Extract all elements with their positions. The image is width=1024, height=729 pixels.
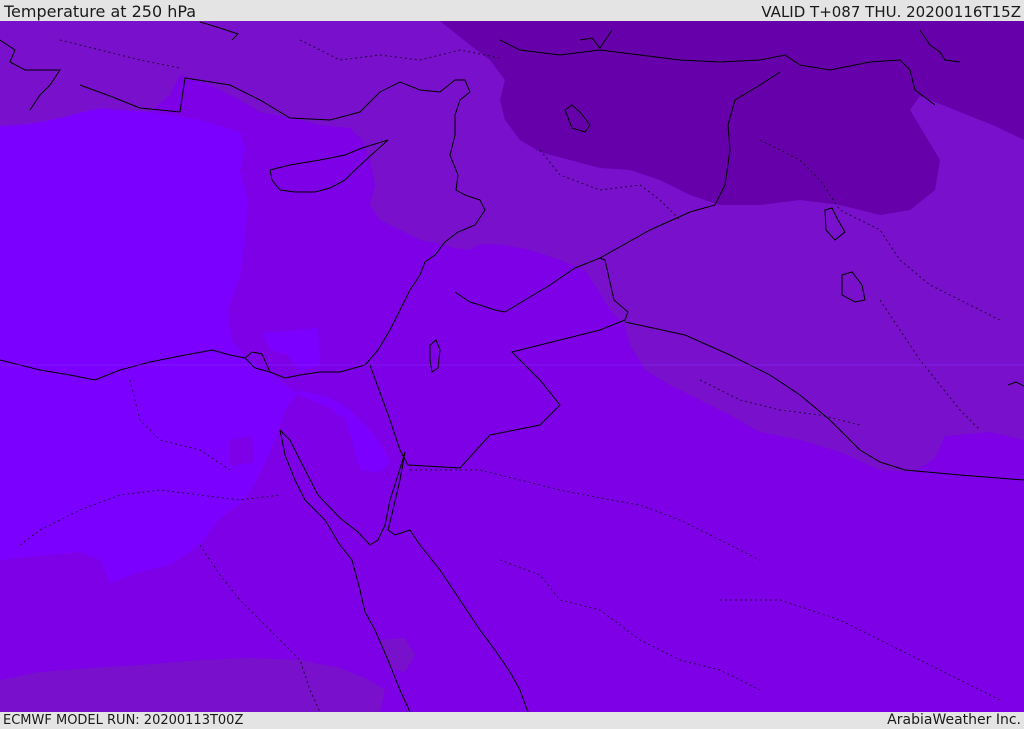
temp-band-warm-patch <box>230 436 254 466</box>
map-title: Temperature at 250 hPa <box>4 2 197 21</box>
valid-time: VALID T+087 THU. 20200116T15Z <box>761 3 1021 21</box>
weather-map[interactable] <box>0 21 1024 712</box>
credit-label: ArabiaWeather Inc. <box>887 712 1021 728</box>
map-canvas <box>0 21 1024 712</box>
header-bar: Temperature at 250 hPa VALID T+087 THU. … <box>0 0 1024 21</box>
footer-bar: ECMWF MODEL RUN: 20200113T00Z ArabiaWeat… <box>0 712 1024 729</box>
model-run-label: ECMWF MODEL RUN: 20200113T00Z <box>3 713 244 728</box>
